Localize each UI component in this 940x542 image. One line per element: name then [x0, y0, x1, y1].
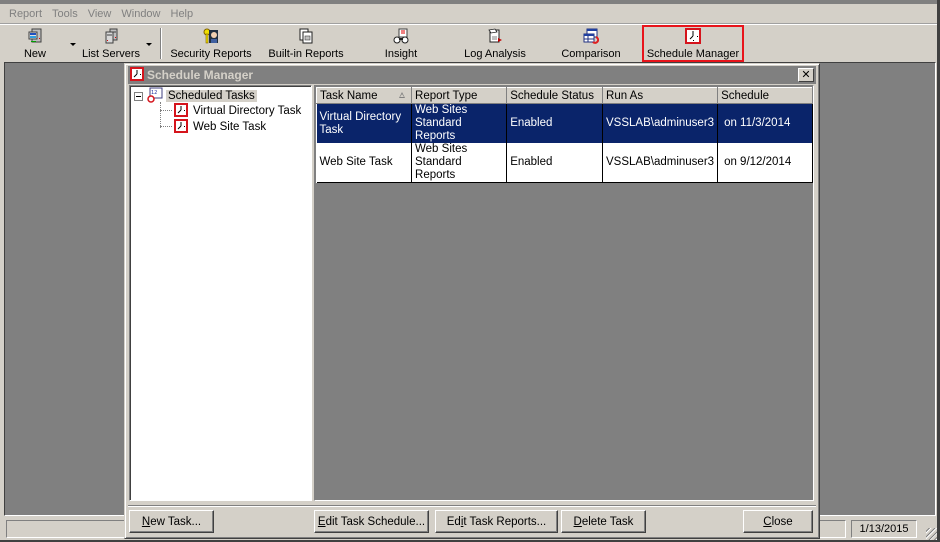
cell-schedule: on 11/3/2014: [717, 103, 813, 143]
insight-binoculars-icon: [393, 28, 409, 44]
menu-help[interactable]: Help: [166, 5, 199, 23]
menu-report[interactable]: Report: [4, 5, 47, 23]
cell-task-name: Web Site Task: [316, 143, 413, 183]
toolbar-new-label: New: [23, 48, 46, 60]
dialog-divider: [128, 505, 816, 507]
collapse-icon[interactable]: [134, 91, 143, 101]
servers-icon: [103, 28, 119, 44]
task-table: Task Name Report Type Schedule Status Ru…: [315, 87, 813, 183]
toolbar-list-servers-button[interactable]: List Servers: [80, 26, 142, 61]
cell-status: Enabled: [506, 103, 604, 143]
clock-icon: [174, 118, 188, 136]
button-label: ew Task...: [150, 515, 202, 528]
menubar: Report Tools View Window Help: [0, 4, 940, 24]
log-analysis-icon: [487, 28, 503, 44]
mnemonic: N: [141, 515, 151, 528]
clock-icon: [174, 102, 188, 120]
table-row[interactable]: Virtual Directory Task Web Sites Standar…: [316, 103, 813, 143]
table-header-row: Task Name Report Type Schedule Status Ru…: [315, 87, 813, 104]
comparison-icon: [583, 28, 600, 44]
button-label: t Task Reports...: [463, 515, 547, 528]
task-list-pane: Task Name Report Type Schedule Status Ru…: [314, 85, 814, 501]
schedule-manager-highlight: [642, 25, 744, 62]
task-tree[interactable]: 12 Scheduled Tasks Virtual Directory Tas…: [129, 85, 312, 501]
toolbar: New List Servers Security Reports Built-…: [0, 25, 940, 62]
delete-task-button[interactable]: Delete Task: [561, 510, 646, 533]
dialog-titlebar[interactable]: Schedule Manager ✕: [128, 66, 816, 84]
tree-item-virtual-directory-task[interactable]: Virtual Directory Task: [174, 102, 302, 120]
close-button[interactable]: Close: [743, 510, 813, 533]
toolbar-security-reports-button[interactable]: Security Reports: [168, 26, 254, 61]
toolbar-new-button[interactable]: New: [16, 26, 54, 61]
button-label: lose: [771, 515, 793, 528]
mnemonic: C: [763, 515, 772, 528]
edit-task-reports-button[interactable]: Ed i t Task Reports...: [435, 510, 558, 533]
toolbar-comparison-button[interactable]: Comparison: [560, 26, 622, 61]
schedule-manager-dialog: Schedule Manager ✕ 12 Scheduled Tasks Vi…: [124, 63, 820, 539]
new-server-icon: [27, 28, 43, 44]
toolbar-list-servers-label: List Servers: [81, 48, 141, 60]
tree-item-label: Virtual Directory Task: [193, 105, 302, 117]
sort-ascending-icon: [399, 92, 406, 98]
cell-run-as: VSSLAB\adminuser3: [602, 103, 719, 143]
toolbar-built-in-reports-label: Built-in Reports: [268, 48, 344, 60]
column-header-schedule-status[interactable]: Schedule Status: [506, 87, 604, 104]
mnemonic: D: [573, 515, 582, 528]
clipboard-reports-icon: [298, 28, 314, 44]
clock-icon: [130, 66, 144, 84]
tree-item-label: Web Site Task: [193, 121, 267, 133]
toolbar-log-analysis-label: Log Analysis: [464, 48, 526, 60]
dialog-close-button[interactable]: ✕: [798, 68, 814, 82]
cell-schedule: on 9/12/2014: [717, 143, 813, 183]
mnemonic: E: [317, 515, 326, 528]
menu-view[interactable]: View: [83, 5, 117, 23]
table-row[interactable]: Web Site Task Web Sites Standard Reports…: [316, 143, 813, 183]
column-header-label: Task Name: [320, 89, 378, 102]
tree-item-scheduled-tasks[interactable]: 12 Scheduled Tasks: [134, 87, 257, 104]
svg-text:12: 12: [151, 90, 157, 96]
list-servers-dropdown-arrow-icon[interactable]: [146, 43, 152, 46]
toolbar-divider: [160, 28, 162, 59]
tree-connector: [160, 102, 161, 128]
column-header-schedule[interactable]: Schedule: [717, 87, 813, 104]
tree-root-label: Scheduled Tasks: [166, 90, 257, 102]
tree-connector: [160, 110, 172, 111]
button-label: Ed: [446, 515, 461, 528]
column-header-task-name[interactable]: Task Name: [315, 87, 413, 104]
cell-report-type: Web Sites Standard Reports: [411, 143, 508, 183]
dialog-title: Schedule Manager: [147, 68, 254, 82]
cell-run-as: VSSLAB\adminuser3: [602, 143, 719, 183]
menu-tools[interactable]: Tools: [47, 5, 83, 23]
toolbar-log-analysis-button[interactable]: Log Analysis: [464, 26, 526, 61]
menu-window[interactable]: Window: [116, 5, 165, 23]
button-label: dit Task Schedule...: [325, 515, 426, 528]
toolbar-built-in-reports-button[interactable]: Built-in Reports: [266, 26, 346, 61]
new-task-button[interactable]: New Task...: [129, 510, 214, 533]
tree-item-web-site-task[interactable]: Web Site Task: [174, 118, 267, 136]
edit-task-schedule-button[interactable]: Edit Task Schedule...: [314, 510, 429, 533]
column-header-report-type[interactable]: Report Type: [411, 87, 508, 104]
status-date: 1/13/2015: [851, 520, 917, 538]
cell-report-type: Web Sites Standard Reports: [411, 103, 508, 143]
toolbar-security-reports-label: Security Reports: [170, 48, 252, 60]
new-dropdown-arrow-icon[interactable]: [70, 43, 76, 46]
security-key-user-icon: [203, 28, 219, 44]
column-header-run-as[interactable]: Run As: [602, 87, 719, 104]
toolbar-comparison-label: Comparison: [561, 48, 621, 60]
tree-connector: [160, 126, 172, 127]
toolbar-insight-label: Insight: [384, 48, 418, 60]
button-label: elete Task: [581, 515, 634, 528]
cell-status: Enabled: [506, 143, 604, 183]
cell-task-name: Virtual Directory Task: [316, 103, 413, 143]
close-icon: ✕: [801, 68, 811, 81]
toolbar-insight-button[interactable]: Insight: [380, 26, 422, 61]
